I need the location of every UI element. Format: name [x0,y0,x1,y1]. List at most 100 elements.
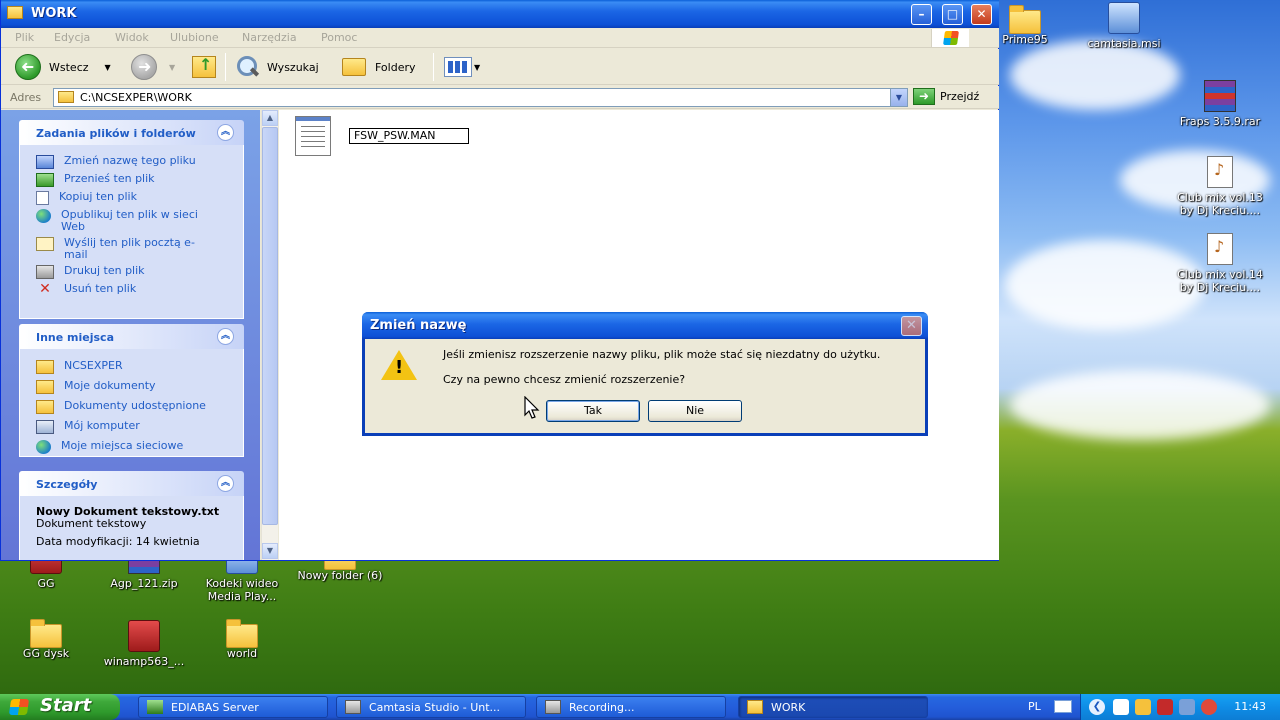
cloud [1010,40,1180,110]
scroll-thumb[interactable] [262,127,278,525]
views-button[interactable]: ▼ [444,54,480,80]
explorer-window: WORK – □ ✕ Plik Edycja Widok Ulubione Na… [0,0,999,561]
security-icon[interactable] [1201,699,1217,715]
task-copy[interactable]: Kopiuj ten plik [20,189,243,207]
panel-header[interactable]: Inne miejsca ︽ [19,324,244,349]
delete-icon: ✕ [39,281,51,297]
address-input[interactable]: C:\NCSEXPER\WORK ▼ [53,88,908,107]
tray-app-icon[interactable] [1113,699,1129,715]
desktop-icon-camtasia[interactable]: camtasia.msi [1074,2,1174,50]
dialog-title-bar[interactable]: Zmień nazwę ✕ [362,312,928,339]
rename-icon [36,155,54,169]
search-icon [235,55,259,79]
panel-title: Zadania plików i folderów [36,127,196,140]
windows-logo [931,29,969,47]
menu-pomoc[interactable]: Pomoc [321,31,357,44]
panel-header[interactable]: Zadania plików i folderów ︽ [19,120,244,145]
search-button[interactable]: Wyszukaj [235,54,319,80]
folder-icon [36,400,54,414]
address-label: Adres [10,91,42,104]
copy-icon [36,191,49,205]
folder-icon [36,380,54,394]
collapse-icon[interactable]: ︽ [217,475,234,492]
maximize-button[interactable]: □ [942,4,963,25]
window-title: WORK [31,6,77,21]
panel-body: Zmień nazwę tego pliku Przenieś ten plik… [19,145,244,319]
chevron-down-icon[interactable]: ▼ [169,63,175,72]
collapse-icon[interactable]: ︽ [217,328,234,345]
task-publish[interactable]: Opublikuj ten plik w sieci Web [20,207,243,235]
dialog-title: Zmień nazwę [370,318,467,333]
folder-icon [30,619,62,648]
move-icon [36,173,54,187]
folder-up-icon [192,55,216,78]
task-print[interactable]: Drukuj ten plik [20,263,243,281]
place-shared-documents[interactable]: Dokumenty udostępnione [20,397,243,417]
close-icon[interactable]: ✕ [901,316,922,336]
task-ediabas[interactable]: EDIABAS Server [138,696,328,718]
folder-icon [7,6,23,19]
desktop-icon-winamp[interactable]: winamp563_... [94,620,194,668]
cloud [1010,370,1270,440]
menu-edycja[interactable]: Edycja [54,31,90,44]
task-camtasia[interactable]: Camtasia Studio - Unt... [336,696,526,718]
place-ncsexper[interactable]: NCSEXPER [20,357,243,377]
panel-header[interactable]: Szczegóły ︽ [19,471,244,496]
desktop-icon-club14[interactable]: Club mix vol.14 by Dj Kreciu.... [1170,233,1270,294]
chevron-down-icon[interactable]: ▼ [105,63,111,72]
windows-flag-icon [943,31,959,45]
rename-input[interactable]: FSW_PSW.MAN [349,128,469,144]
task-pane-scrollbar[interactable]: ▲ ▼ [261,110,278,560]
menu-ulubione[interactable]: Ulubione [170,31,219,44]
back-button[interactable]: Wstecz ▼ [15,54,111,80]
menu-plik[interactable]: Plik [15,31,34,44]
start-button[interactable]: Start [0,694,120,720]
windows-flag-icon [8,699,30,715]
details-modified: Data modyfikacji: 14 kwietnia [36,535,200,548]
place-network[interactable]: Moje miejsca sieciowe [20,437,243,457]
up-button[interactable] [192,54,216,80]
chevron-left-icon[interactable]: ❮ [1089,699,1105,715]
archive-icon [1204,80,1236,112]
installer-icon [128,620,160,652]
title-bar[interactable]: WORK – □ ✕ [1,0,999,28]
folders-button[interactable]: Foldery [342,54,416,80]
installer-icon [1108,2,1140,34]
close-button[interactable]: ✕ [971,4,992,25]
yes-button[interactable]: Tak [546,400,640,422]
place-my-computer[interactable]: Mój komputer [20,417,243,437]
chevron-down-icon[interactable]: ▼ [890,89,907,106]
shield-icon[interactable] [1135,699,1151,715]
panel-title: Szczegóły [36,478,98,491]
mouse-cursor-icon [524,396,540,419]
scroll-up-icon[interactable]: ▲ [262,110,278,126]
folder-icon [747,700,763,714]
minimize-button[interactable]: – [911,4,932,25]
menu-bar: Plik Edycja Widok Ulubione Narzędzia Pom… [1,28,999,48]
task-work[interactable]: WORK [738,696,928,718]
collapse-icon[interactable]: ︽ [217,124,234,141]
task-rename[interactable]: Zmień nazwę tego pliku [20,153,243,171]
no-button[interactable]: Nie [648,400,742,422]
task-recording[interactable]: Recording... [536,696,726,718]
task-move[interactable]: Przenieś ten plik [20,171,243,189]
recording-icon [545,700,561,714]
go-button[interactable]: ➜ Przejdź [913,88,979,105]
desktop-icon-ggdysk[interactable]: GG dysk [0,619,96,660]
tray-app-icon[interactable] [1157,699,1173,715]
place-my-documents[interactable]: Moje dokumenty [20,377,243,397]
keyboard-icon[interactable] [1054,700,1072,713]
task-email[interactable]: Wyślij ten plik pocztą e-mail [20,235,243,263]
forward-button[interactable]: ▼ [131,54,175,80]
task-delete[interactable]: ✕ Usuń ten plik [20,281,243,299]
desktop-icon-world[interactable]: world [192,619,292,660]
scroll-down-icon[interactable]: ▼ [262,543,278,559]
menu-narzedzia[interactable]: Narzędzia [242,31,297,44]
desktop-icon-fraps[interactable]: Fraps 3.5.9.rar [1170,80,1270,128]
menu-widok[interactable]: Widok [115,31,149,44]
clock: 11:43 [1234,700,1266,713]
taskbar: Start EDIABAS Server Camtasia Studio - U… [0,694,1280,720]
desktop-icon-club13[interactable]: Club mix vol.13 by Dj Kreciu.... [1170,156,1270,217]
network-icon[interactable] [1179,699,1195,715]
language-indicator[interactable]: PL [1028,700,1041,713]
